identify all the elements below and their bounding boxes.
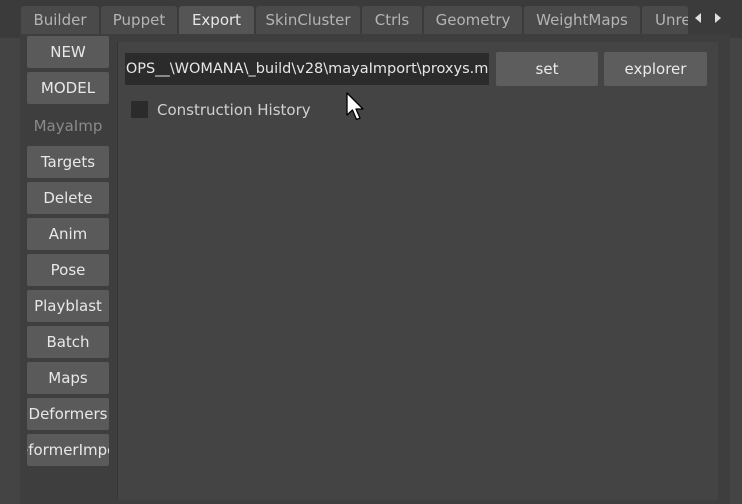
construction-history-checkbox[interactable] (131, 101, 148, 118)
set-button[interactable]: set (496, 52, 598, 86)
explorer-button[interactable]: explorer (604, 52, 707, 86)
triangle-left-icon[interactable] (689, 6, 707, 30)
triangle-right-icon[interactable] (709, 6, 727, 30)
sidebar-item-targets[interactable]: Targets (27, 146, 109, 178)
sidebar-item-playblast[interactable]: Playblast (27, 290, 109, 322)
tab-export[interactable]: Export (179, 6, 254, 34)
sidebar-item-model[interactable]: MODEL (27, 72, 109, 104)
sidebar-item-new[interactable]: NEW (27, 36, 109, 68)
sidebar: NEW MODEL MayaImp Targets Delete Anim Po… (27, 36, 109, 500)
tab-geometry[interactable]: Geometry (424, 6, 522, 34)
tab-weightmaps[interactable]: WeightMaps (524, 6, 640, 34)
sidebar-item-deformers[interactable]: Deformers (27, 398, 109, 430)
construction-history-label: Construction History (157, 101, 311, 119)
tab-skincluster[interactable]: SkinCluster (256, 6, 360, 34)
sidebar-item-deformer-import[interactable]: eformerImpo (27, 434, 109, 466)
sidebar-item-batch[interactable]: Batch (27, 326, 109, 358)
sidebar-item-anim[interactable]: Anim (27, 218, 109, 250)
tab-ctrls[interactable]: Ctrls (362, 6, 422, 34)
sidebar-item-pose[interactable]: Pose (27, 254, 109, 286)
tab-builder[interactable]: Builder (21, 6, 99, 34)
tab-bar: Builder Puppet Export SkinCluster Ctrls … (0, 0, 742, 38)
export-path-value: :OPS__\WOMANA\_build\v28\mayaImport\prox… (125, 61, 489, 77)
sidebar-item-delete[interactable]: Delete (27, 182, 109, 214)
sidebar-item-maps[interactable]: Maps (27, 362, 109, 394)
export-path-field[interactable]: :OPS__\WOMANA\_build\v28\mayaImport\prox… (125, 53, 489, 85)
tab-unre[interactable]: Unre (642, 6, 688, 34)
mouse-pointer-icon (345, 92, 365, 126)
tab-puppet[interactable]: Puppet (101, 6, 177, 34)
sidebar-item-mayaimp: MayaImp (33, 117, 103, 135)
